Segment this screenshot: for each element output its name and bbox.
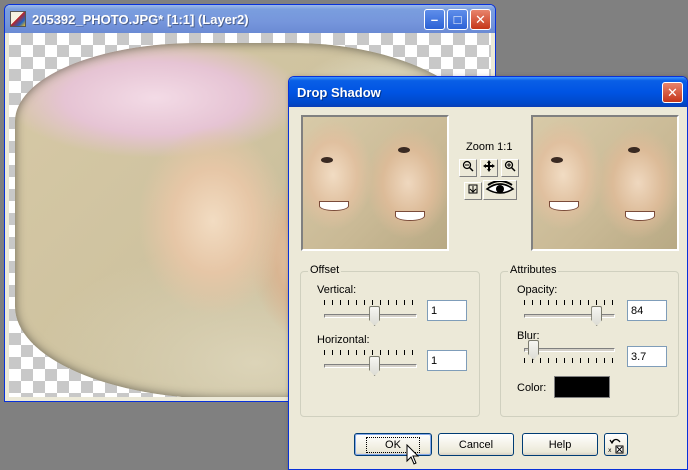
app-icon xyxy=(10,11,26,27)
offset-group: Offset Vertical: Horizontal: xyxy=(300,264,480,417)
image-window-close-button[interactable]: ✕ xyxy=(470,9,491,30)
navigate-icon[interactable] xyxy=(464,182,482,200)
zoom-in-icon[interactable] xyxy=(501,159,519,177)
maximize-button[interactable]: □ xyxy=(447,9,468,30)
preview-detail xyxy=(625,211,655,221)
minimize-button[interactable]: – xyxy=(424,9,445,30)
horizontal-label: Horizontal: xyxy=(317,334,370,346)
opacity-input[interactable] xyxy=(627,300,667,321)
reset-defaults-icon[interactable]: x xyxy=(604,433,628,456)
horizontal-slider-thumb[interactable] xyxy=(369,356,381,376)
help-button[interactable]: Help xyxy=(522,433,598,456)
proof-eye-icon[interactable] xyxy=(483,180,517,200)
vertical-input[interactable] xyxy=(427,300,467,321)
color-label: Color: xyxy=(517,382,547,394)
vertical-slider-thumb[interactable] xyxy=(369,306,381,326)
drop-shadow-dialog: Drop Shadow ✕ Zoom 1:1 Offset Vertical: … xyxy=(288,76,688,470)
horizontal-input[interactable] xyxy=(427,350,467,371)
opacity-ticks xyxy=(524,300,613,305)
dialog-close-button[interactable]: ✕ xyxy=(662,82,683,103)
offset-legend: Offset xyxy=(308,264,342,276)
zoom-out-icon[interactable] xyxy=(459,159,477,177)
pan-icon[interactable] xyxy=(480,159,498,177)
zoom-label: Zoom 1:1 xyxy=(466,141,513,153)
svg-text:x: x xyxy=(608,447,612,454)
opacity-slider-thumb[interactable] xyxy=(591,306,603,326)
original-preview[interactable] xyxy=(301,115,449,251)
dialog-client: Zoom 1:1 Offset Vertical: Horizontal: xyxy=(292,107,684,466)
mouse-cursor-icon xyxy=(406,444,420,465)
preview-detail xyxy=(319,201,349,211)
shadow-color-swatch[interactable] xyxy=(554,376,610,398)
result-preview[interactable] xyxy=(531,115,679,251)
blur-ticks xyxy=(524,358,613,363)
preview-detail xyxy=(398,147,410,153)
image-window-titlebar[interactable]: 205392_PHOTO.JPG* [1:1] (Layer2) – □ ✕ xyxy=(5,5,495,33)
horizontal-ticks xyxy=(324,350,415,355)
preview-detail xyxy=(549,201,579,211)
blur-slider-thumb[interactable] xyxy=(528,340,539,360)
dialog-title: Drop Shadow xyxy=(297,84,381,100)
ok-button[interactable]: OK xyxy=(354,433,432,456)
preview-detail xyxy=(551,157,563,163)
opacity-label: Opacity: xyxy=(517,284,558,296)
attributes-legend: Attributes xyxy=(508,264,559,276)
attributes-group: Attributes Opacity: Blur: Color: xyxy=(500,264,679,417)
blur-input[interactable] xyxy=(627,346,667,367)
vertical-ticks xyxy=(324,300,415,305)
preview-detail xyxy=(321,157,333,163)
image-window-title: 205392_PHOTO.JPG* [1:1] (Layer2) xyxy=(32,11,249,27)
cancel-button[interactable]: Cancel xyxy=(438,433,514,456)
preview-detail xyxy=(395,211,425,221)
dialog-titlebar[interactable]: Drop Shadow ✕ xyxy=(289,77,687,107)
vertical-label: Vertical: xyxy=(317,284,357,296)
preview-detail xyxy=(628,147,640,153)
